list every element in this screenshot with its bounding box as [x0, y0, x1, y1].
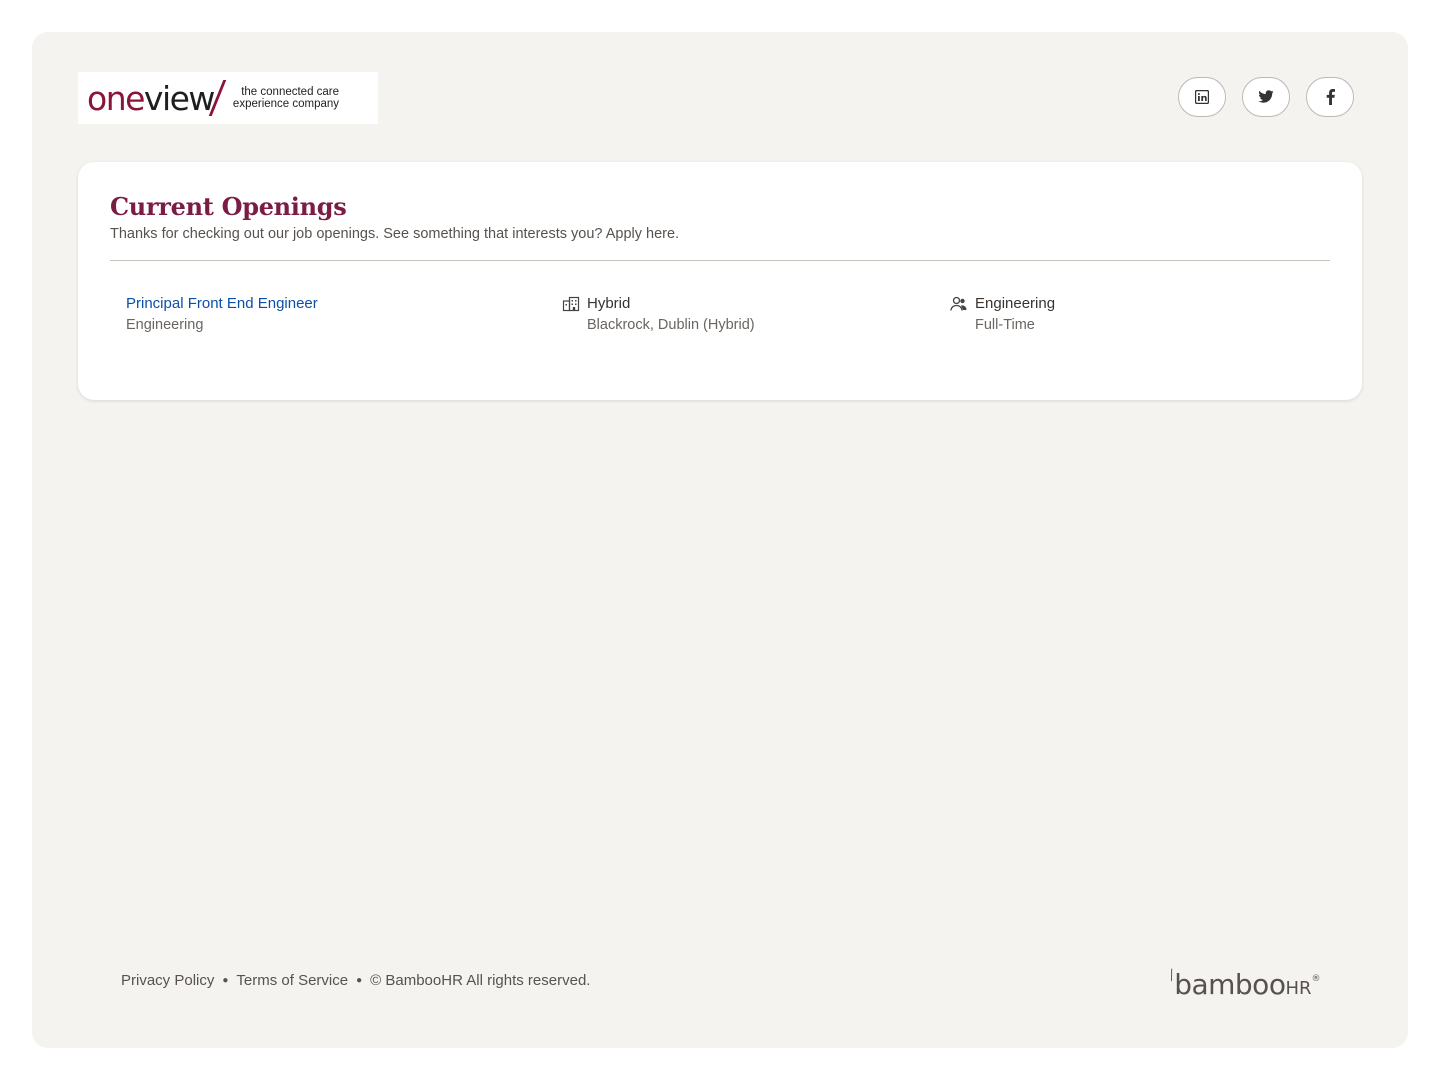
facebook-button[interactable] [1306, 77, 1354, 117]
header: oneview the connected care experience co… [78, 72, 1354, 124]
department: Engineering [975, 295, 1056, 312]
openings-title: Current Openings [110, 192, 347, 221]
twitter-button[interactable] [1242, 77, 1290, 117]
openings-subtitle: Thanks for checking out our job openings… [110, 226, 680, 242]
copyright-text: © BambooHR All rights reserved. [370, 972, 591, 989]
job-department-column: Engineering Full-Time [950, 294, 1055, 335]
job-location: Blackrock, Dublin (Hybrid) [587, 317, 755, 333]
job-row: Principal Front End Engineer Engineering [126, 294, 1326, 338]
job-department-label: Engineering [126, 317, 204, 333]
logo-tagline: the connected care experience company [232, 86, 340, 110]
registered-mark: ® [1311, 974, 1321, 984]
facebook-icon [1326, 89, 1335, 105]
separator-dot: ● [356, 975, 363, 986]
page-container: oneview the connected care experience co… [32, 32, 1408, 1048]
logo-wordmark: oneview [87, 78, 215, 118]
job-location-column: Hybrid Blackrock, Dublin (Hybrid) [562, 294, 755, 335]
job-title-link[interactable]: Principal Front End Engineer [126, 294, 318, 314]
privacy-policy-link[interactable]: Privacy Policy [121, 972, 214, 989]
building-icon [562, 295, 580, 313]
divider [110, 260, 1330, 261]
linkedin-button[interactable] [1178, 77, 1226, 117]
people-icon [950, 295, 968, 313]
job-title-column: Principal Front End Engineer Engineering [126, 294, 318, 335]
separator-dot: ● [222, 975, 229, 986]
social-links [1178, 77, 1354, 117]
openings-card: Current Openings Thanks for checking out… [78, 162, 1362, 400]
location-type: Hybrid [587, 295, 631, 312]
linkedin-icon [1195, 90, 1209, 104]
bamboo-wordmark: bamboo [1174, 968, 1286, 1001]
bamboo-hr-wordmark: HR [1285, 978, 1312, 999]
employment-type: Full-Time [975, 317, 1035, 333]
terms-of-service-link[interactable]: Terms of Service [236, 972, 348, 989]
bamboohr-logo[interactable]: ⁄ bamboo HR ® [1167, 968, 1321, 1001]
company-logo[interactable]: oneview the connected care experience co… [78, 72, 378, 124]
twitter-icon [1258, 90, 1274, 104]
footer: Privacy Policy ● Terms of Service ● © Ba… [121, 972, 590, 989]
